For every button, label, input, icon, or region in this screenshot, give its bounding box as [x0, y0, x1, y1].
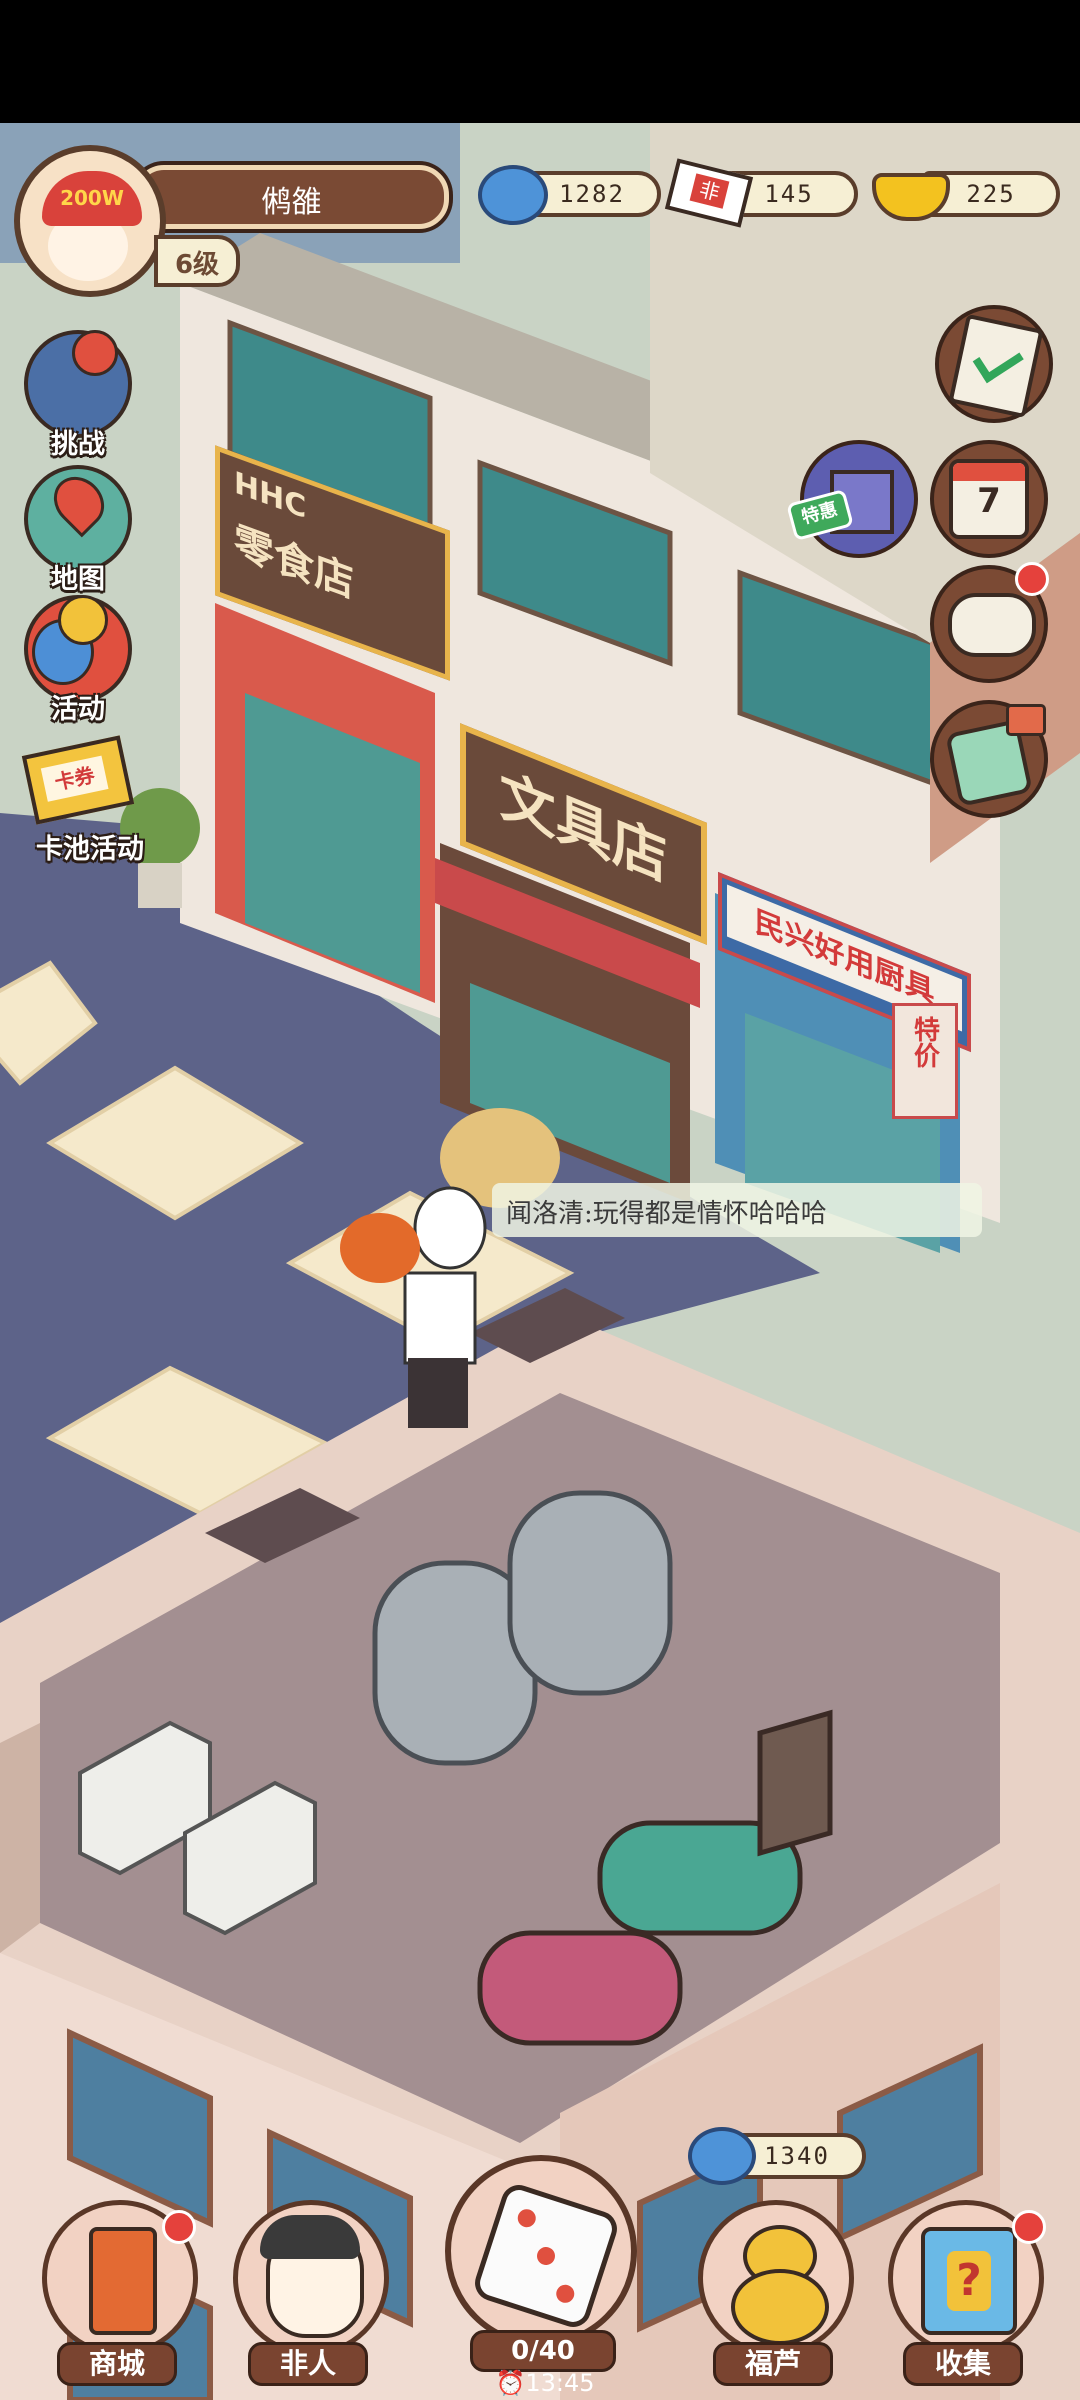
gift-offer-button[interactable]: 特惠: [786, 440, 918, 558]
dice-count: 0/40: [511, 2336, 575, 2366]
characters-label: 非人: [248, 2342, 368, 2386]
currency-fei-ticket[interactable]: 145 非: [664, 158, 860, 228]
roll-dice-button[interactable]: 0/40 ⏰13:45: [445, 2155, 637, 2400]
dice-timer-text: 13:45: [525, 2369, 595, 2397]
dice-circle: [445, 2155, 637, 2347]
calendar-day: 7: [977, 481, 1001, 521]
currency-gold-ingot[interactable]: 225: [872, 165, 1062, 221]
dice-icon: [470, 2180, 622, 2332]
character-avatar-icon: [233, 2200, 389, 2356]
npc-speech-bubble: 闻洛清:玩得都是情怀哈哈哈: [492, 1183, 982, 1237]
challenge-button[interactable]: 挑战: [18, 330, 138, 460]
card-pool-label: 卡池活动: [36, 834, 144, 865]
dice-count-badge: 0/40: [470, 2330, 616, 2372]
alarm-clock-icon: ⏰: [495, 2369, 526, 2397]
profile-panel[interactable]: 鸺雒 200W 6级: [14, 140, 449, 300]
activity-button[interactable]: 活动: [18, 595, 138, 725]
player-name-bar: 鸺雒: [134, 165, 449, 229]
level-badge: 6级: [154, 235, 240, 287]
cloud-coin-value: 1282: [559, 180, 625, 208]
dice-event-button[interactable]: [930, 700, 1048, 818]
activity-label: 活动: [51, 694, 105, 725]
kitchen-shop-side-sign: 特价: [892, 1003, 958, 1119]
cloud-coin-icon: [478, 165, 548, 225]
calendar-button[interactable]: 7: [930, 440, 1048, 558]
fei-ticket-badge: 非: [689, 173, 730, 209]
tasks-button[interactable]: [935, 305, 1053, 423]
fei-ticket-icon: 非: [664, 158, 754, 228]
shop-notification-dot: [162, 2210, 196, 2244]
checklist-icon: [948, 313, 1044, 419]
dice-cost-value: 1340: [764, 2142, 830, 2170]
level-text: 6级: [174, 250, 220, 280]
calendar-icon: 7: [949, 459, 1029, 539]
challenge-label: 挑战: [51, 429, 105, 460]
currency-cloud-coin[interactable]: 1282: [478, 165, 661, 225]
map-button[interactable]: 地图: [18, 465, 138, 595]
speech-text: 闻洛清:玩得都是情怀哈哈哈: [506, 1199, 827, 1229]
fei-ticket-value: 145: [764, 180, 814, 208]
characters-button[interactable]: 非人: [233, 2200, 389, 2386]
dice-timer: ⏰13:45: [485, 2369, 605, 2397]
avatar-cap: 200W: [42, 171, 142, 226]
lucky-gourd-button[interactable]: 福芦: [698, 2200, 854, 2386]
player-avatar[interactable]: 200W: [14, 145, 166, 297]
city-scene-art: [0, 123, 1080, 2400]
dice-cost: 1340: [688, 2125, 868, 2185]
collection-notification-dot: [1012, 2210, 1046, 2244]
dice-cost-cloud-icon: [688, 2127, 756, 2185]
chat-bubble-icon: [948, 593, 1036, 657]
player-name: 鸺雒: [261, 185, 322, 220]
map-label: 地图: [51, 564, 105, 595]
card-ticket-icon: 卡券: [21, 735, 135, 825]
kitchen-shop-side-text: 特价: [909, 1016, 940, 1068]
collection-label: 收集: [903, 2342, 1023, 2386]
card-pool-button[interactable]: 卡券 卡池活动: [18, 735, 144, 865]
card-ticket-badge: 卡券: [40, 755, 109, 802]
lucky-gourd-label: 福芦: [713, 2342, 833, 2386]
shop-label: 商城: [57, 2342, 177, 2386]
cap-text: 200W: [60, 186, 124, 210]
tv-badge-icon: [1006, 704, 1046, 736]
lucky-gourd-icon: [698, 2200, 854, 2356]
gold-ingot-value: 225: [966, 180, 1016, 208]
game-scene[interactable]: 闻洛清:玩得都是情怀哈哈哈 HHC 零食店 文具店 民兴好用厨具 特价: [0, 123, 1080, 2400]
chat-notification-dot: [1015, 562, 1049, 596]
